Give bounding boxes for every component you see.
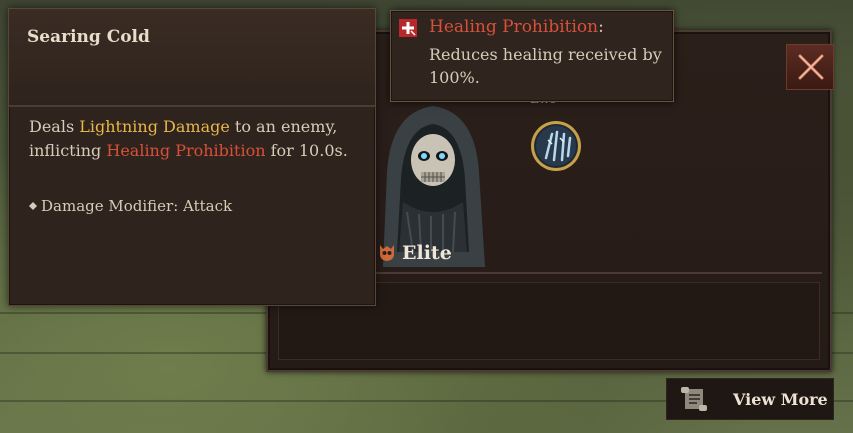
skill-name: Searing Cold xyxy=(27,27,150,47)
view-more-button[interactable]: View More xyxy=(666,378,834,420)
scroll-icon xyxy=(681,387,707,411)
elite-rank-tag: Elite xyxy=(376,242,452,264)
frost-claw-icon[interactable] xyxy=(530,120,582,172)
status-keyword-link[interactable]: Healing Prohibition xyxy=(106,141,265,160)
damage-modifier-line: Damage Modifier: Attack xyxy=(29,197,232,215)
status-title: Healing Prohibition: xyxy=(429,17,604,37)
diamond-bullet-icon xyxy=(29,202,37,210)
desc-text: Deals xyxy=(29,117,80,136)
skill-description: Deals Lightning Damage to an enemy, infl… xyxy=(29,115,359,163)
healing-prohibition-icon xyxy=(399,19,417,37)
close-icon xyxy=(798,54,824,80)
desc-text: for 10.0s. xyxy=(265,141,348,160)
damage-type-keyword: Lightning Damage xyxy=(79,117,230,136)
damage-modifier-text: Damage Modifier: Attack xyxy=(41,197,233,215)
status-name: Healing Prohibition xyxy=(429,17,599,37)
status-colon: : xyxy=(598,17,604,37)
status-tooltip: Healing Prohibition: Reduces healing rec… xyxy=(390,10,674,102)
rank-label: Elite xyxy=(402,242,452,264)
close-button[interactable] xyxy=(786,44,834,90)
skill-tooltip: Searing Cold Deals Lightning Damage to a… xyxy=(8,8,376,306)
elite-skull-icon xyxy=(380,245,394,261)
skill-tooltip-header xyxy=(9,9,375,107)
view-more-label: View More xyxy=(733,389,828,409)
status-description: Reduces healing received by 100%. xyxy=(429,45,662,87)
